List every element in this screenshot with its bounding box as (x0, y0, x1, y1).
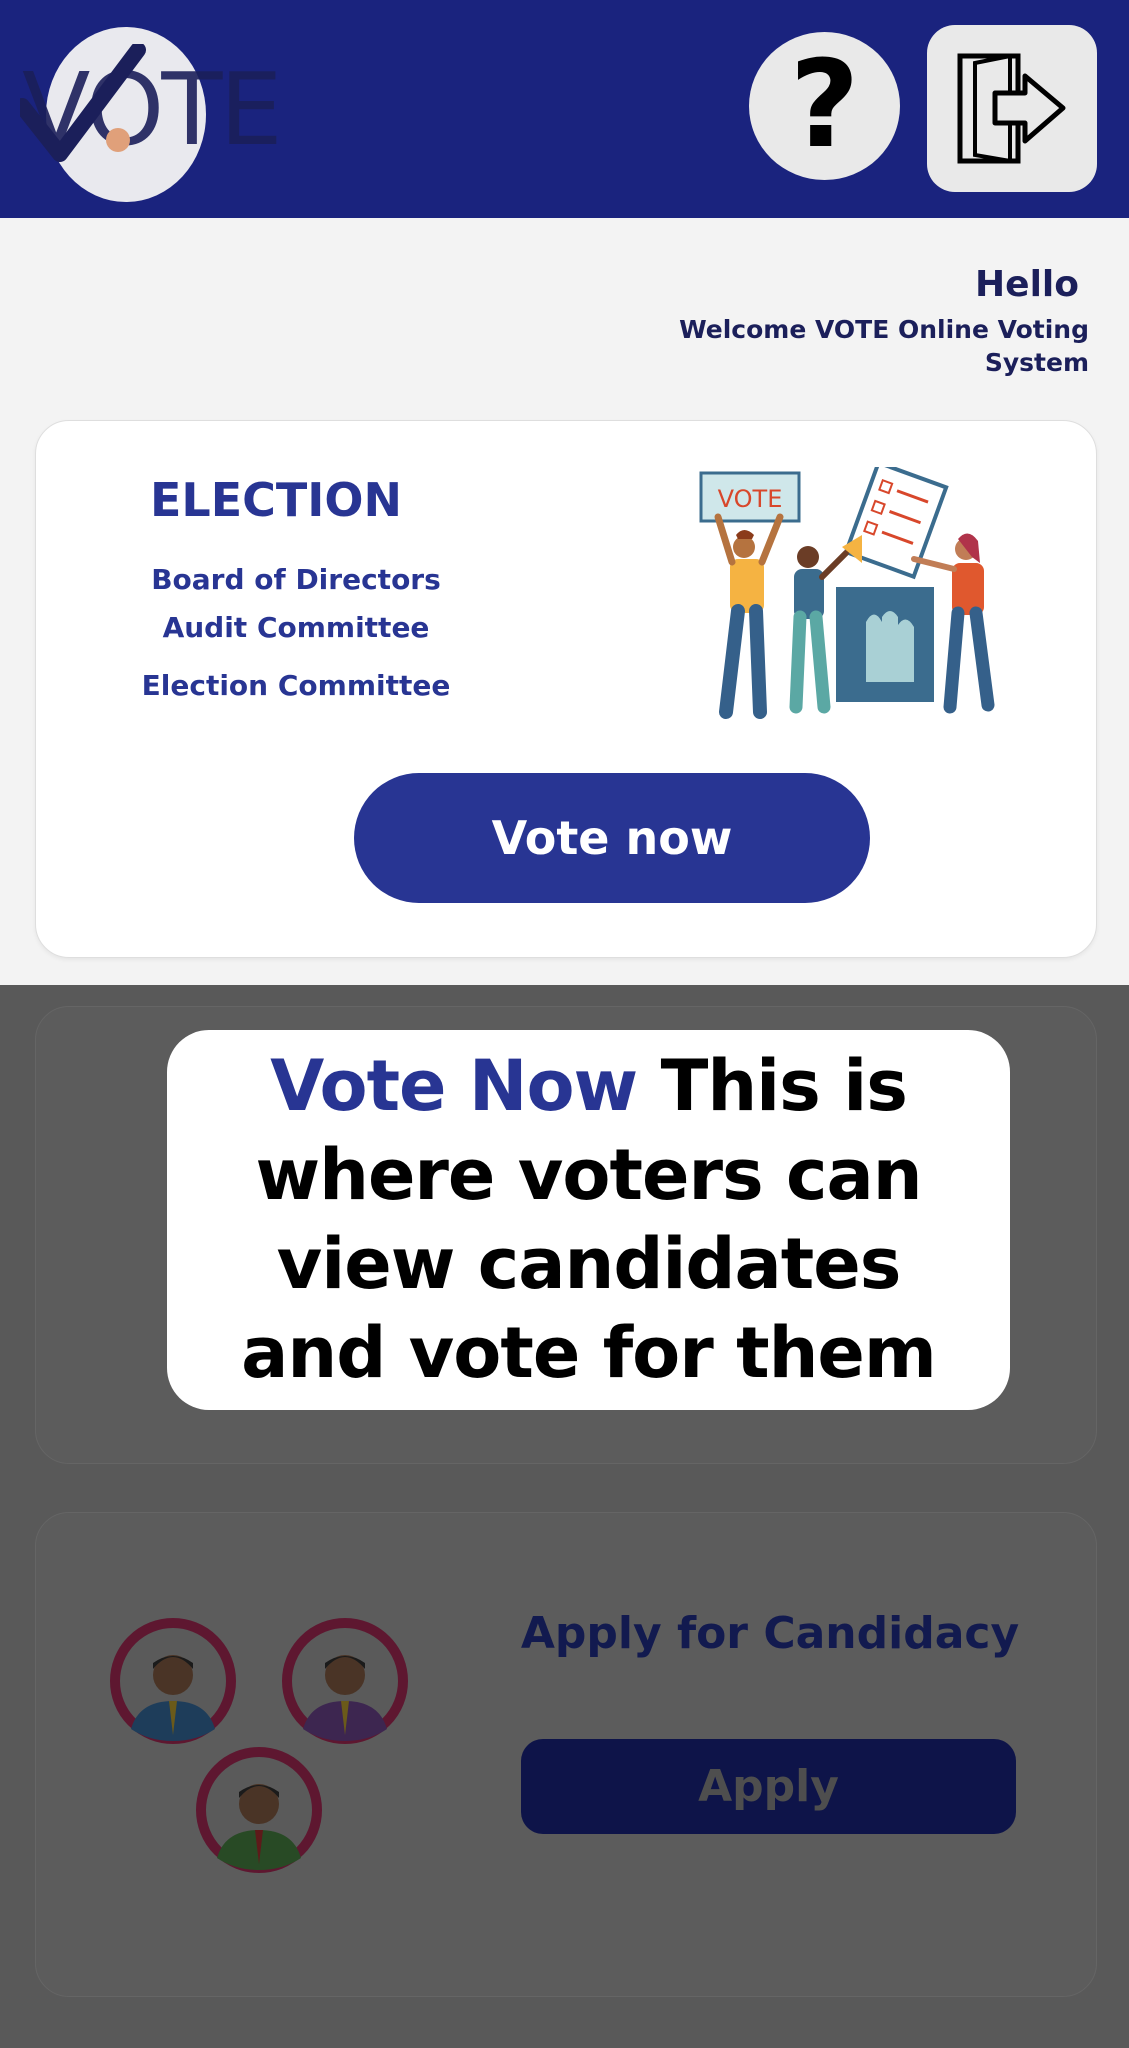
committee-board-of-directors: Board of Directors (151, 563, 441, 596)
vote-sign-text: VOTE (718, 485, 783, 513)
candidate-avatar-icon (282, 1618, 408, 1744)
committee-election: Election Committee (141, 669, 451, 702)
election-title: ELECTION (149, 473, 402, 527)
question-mark-icon: ? (789, 36, 860, 175)
hello-text: Hello (975, 264, 1079, 305)
candidate-avatar-icon (196, 1747, 322, 1873)
logout-button[interactable] (927, 25, 1097, 192)
tooltip-text: Vote Now This is where voters can view c… (207, 1042, 970, 1398)
apply-button[interactable]: Apply (521, 1739, 1016, 1834)
checkmark-icon (20, 44, 146, 162)
greeting-section: Hello Welcome VOTE Online Voting System (0, 218, 1129, 400)
app-header: VOTE ? (0, 0, 1129, 218)
onboarding-tooltip[interactable]: Vote Now This is where voters can view c… (167, 1030, 1010, 1410)
welcome-text: Welcome VOTE Online Voting System (679, 315, 1089, 377)
committee-audit: Audit Committee (162, 611, 430, 644)
candidate-avatar-icon (110, 1618, 236, 1744)
logout-icon (957, 53, 1065, 164)
election-card: ELECTION Board of Directors Audit Commit… (35, 420, 1097, 958)
tooltip-highlight: Vote Now (270, 1045, 638, 1128)
help-button[interactable]: ? (749, 32, 900, 180)
apply-candidacy-title: Apply for Candidacy (520, 1608, 1020, 1659)
voting-illustration: VOTE (699, 467, 995, 719)
vote-now-button[interactable]: Vote now (354, 773, 870, 903)
